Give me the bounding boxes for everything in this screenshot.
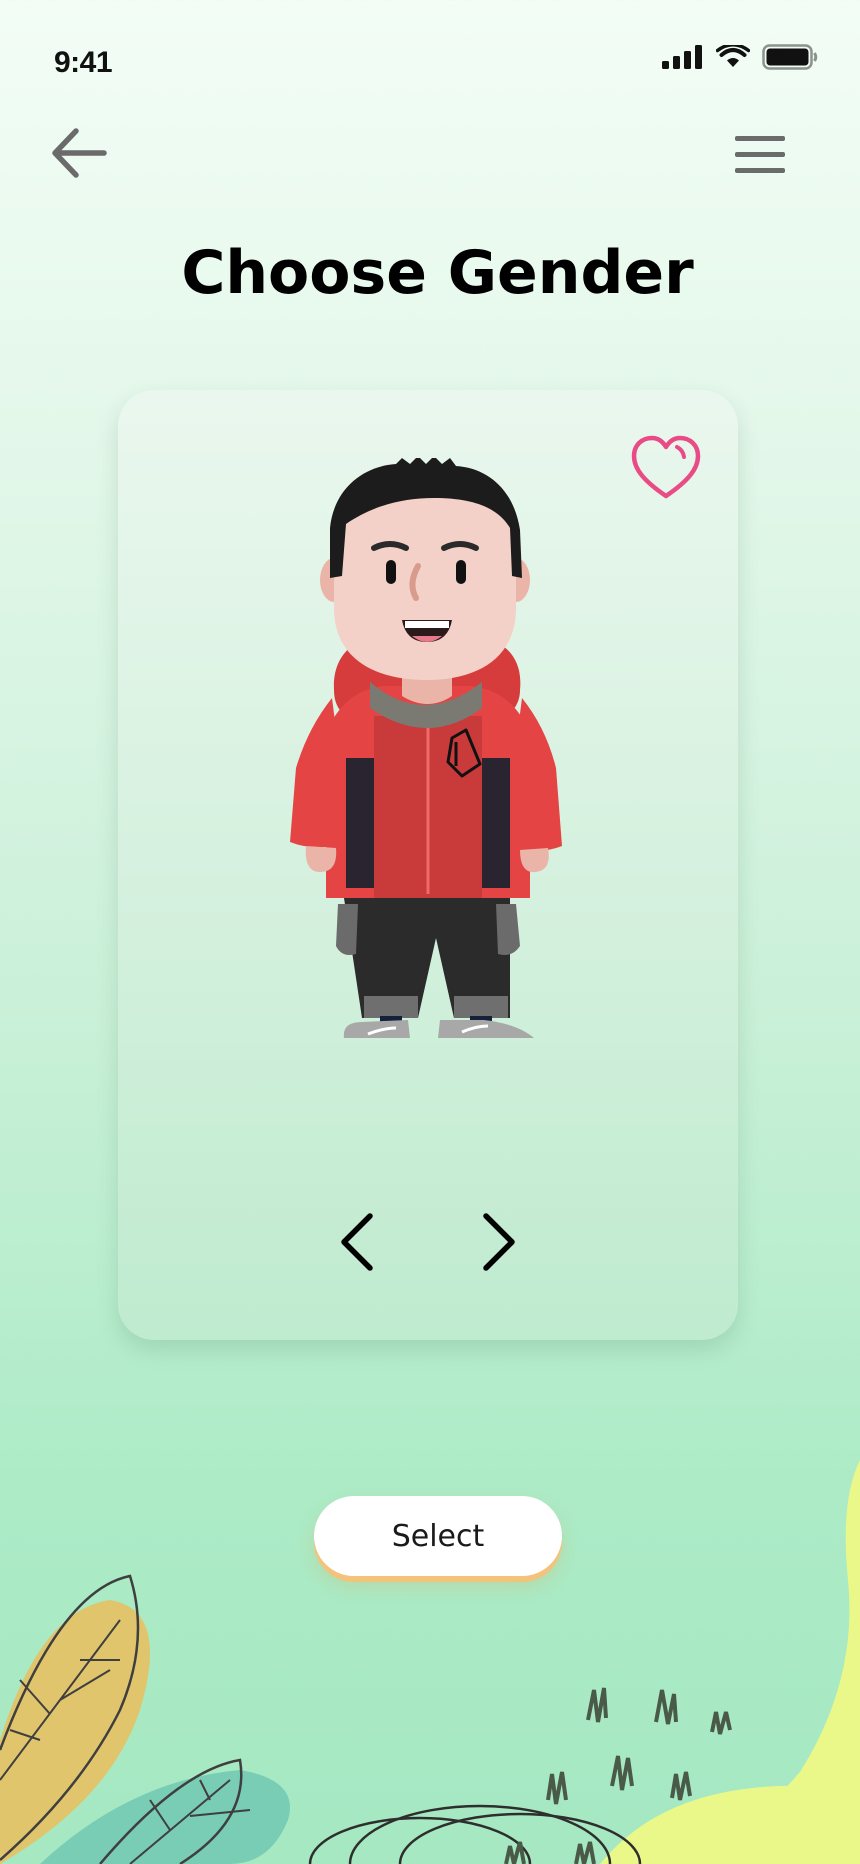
menu-button[interactable]	[730, 130, 790, 178]
status-time: 9:41	[54, 46, 113, 79]
status-bar: 9:41	[0, 0, 860, 110]
back-button[interactable]	[48, 124, 110, 182]
hamburger-menu-icon	[735, 136, 785, 173]
cellular-signal-icon	[662, 45, 702, 69]
chevron-left-icon	[341, 1213, 373, 1271]
avatar-card	[118, 390, 738, 1340]
male-avatar-illustration	[290, 458, 562, 1038]
heart-icon	[631, 435, 701, 499]
wifi-icon	[716, 45, 750, 67]
previous-avatar-button[interactable]	[328, 1210, 388, 1274]
select-button[interactable]: Select	[314, 1496, 562, 1576]
favorite-button[interactable]	[630, 435, 702, 501]
battery-icon	[762, 44, 818, 70]
status-icons	[662, 44, 818, 70]
chevron-right-icon	[483, 1213, 515, 1271]
page-title: Choose Gender	[181, 238, 694, 308]
next-avatar-button[interactable]	[468, 1210, 528, 1274]
arrow-left-icon	[52, 128, 107, 178]
